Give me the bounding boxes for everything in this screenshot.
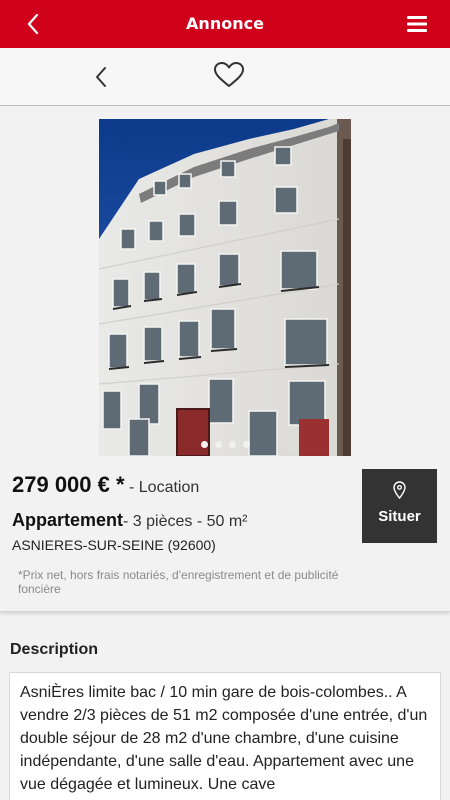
page-title: Annonce (186, 14, 264, 33)
listing-toolbar (0, 48, 450, 106)
description-text: AsniÈres limite bac / 10 min gare de boi… (9, 672, 441, 800)
transaction-type: - Location (124, 479, 200, 496)
locate-button-label: Situer (378, 508, 421, 525)
previous-chevron-icon[interactable] (88, 62, 114, 92)
gallery-dot[interactable] (228, 441, 236, 448)
description-title: Description (10, 641, 99, 658)
building-photo-image (99, 119, 351, 456)
heart-outline-icon[interactable] (213, 61, 245, 89)
gallery-dot[interactable] (242, 441, 250, 448)
hamburger-menu-icon[interactable] (406, 14, 428, 34)
listing-price: 279 000 € * (12, 472, 125, 497)
listing-city: ASNIERES-SUR-SEINE (92600) (12, 537, 216, 553)
gallery-dot[interactable] (200, 441, 208, 448)
listing-photo[interactable] (99, 119, 351, 456)
property-type: Appartement (12, 510, 124, 530)
property-details: - 3 pièces - 50 m² (123, 513, 248, 530)
gallery-dot[interactable] (214, 441, 222, 448)
price-line: 279 000 € * - Location (12, 472, 199, 498)
price-note: *Prix net, hors frais notariés, d'enregi… (18, 568, 339, 596)
type-line: Appartement- 3 pièces - 50 m² (12, 510, 248, 531)
app-header: Annonce (0, 0, 450, 48)
locate-button[interactable]: Situer (362, 469, 437, 543)
map-pin-icon (393, 481, 406, 499)
gallery-pagination (99, 441, 351, 448)
